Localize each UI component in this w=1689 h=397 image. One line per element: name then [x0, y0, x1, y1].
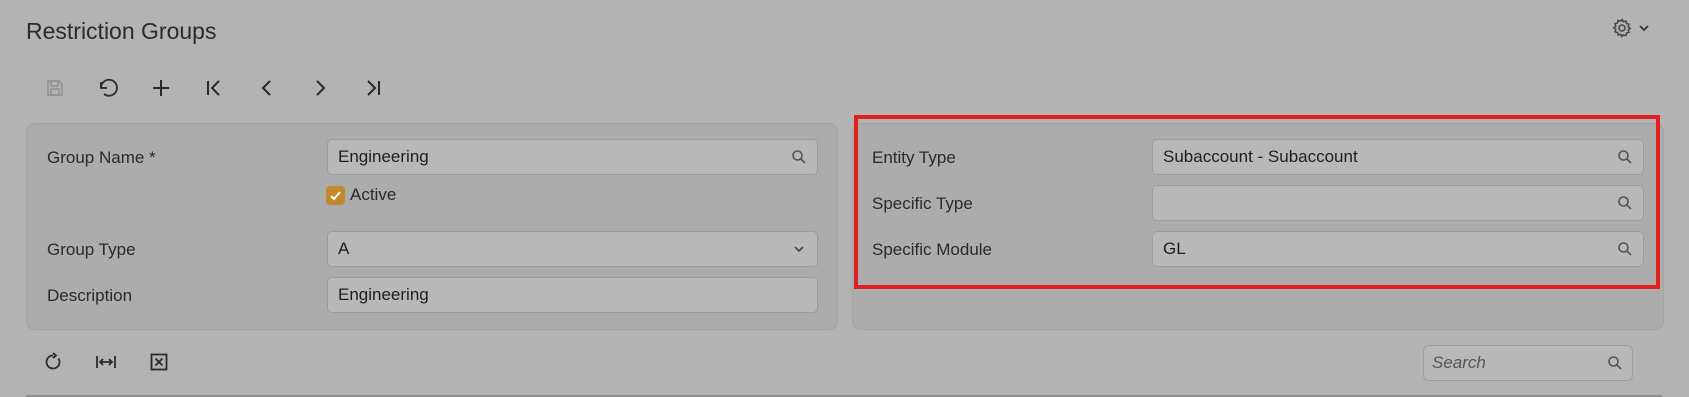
group-name-field[interactable]: Engineering — [327, 139, 818, 175]
group-name-value: Engineering — [338, 147, 429, 166]
highlight-box — [854, 115, 1660, 289]
group-type-label: Group Type — [47, 240, 136, 259]
previous-record-button[interactable] — [240, 73, 293, 107]
checkmark-icon — [326, 185, 345, 205]
form-toolbar — [28, 73, 399, 107]
grid-toolbar — [26, 347, 185, 381]
description-label: Description — [47, 286, 133, 305]
refresh-icon — [43, 351, 63, 377]
search-icon[interactable] — [1598, 355, 1632, 371]
refresh-button[interactable] — [26, 347, 79, 381]
last-icon — [363, 78, 383, 103]
excel-icon — [149, 352, 169, 377]
add-button[interactable] — [134, 73, 187, 107]
previous-icon — [257, 78, 277, 103]
first-icon — [204, 78, 224, 103]
undo-icon — [97, 77, 119, 104]
group-name-label: Group Name * — [47, 148, 156, 167]
save-icon — [45, 78, 65, 103]
description-value: Engineering — [338, 285, 429, 304]
search-input[interactable] — [1424, 352, 1598, 374]
last-record-button[interactable] — [346, 73, 399, 107]
group-details-panel: Group Name * Engineering Active Group Ty… — [26, 123, 838, 330]
description-field[interactable]: Engineering — [327, 277, 818, 313]
gear-icon — [1612, 17, 1632, 43]
page-title: Restriction Groups — [26, 18, 217, 44]
chevron-down-icon — [781, 243, 817, 255]
group-type-select[interactable]: A — [327, 231, 818, 267]
group-type-value: A — [338, 239, 350, 258]
export-excel-button[interactable] — [132, 347, 185, 381]
active-checkbox[interactable]: Active — [326, 185, 396, 205]
fit-width-icon — [95, 352, 117, 377]
next-icon — [310, 78, 330, 103]
settings-menu-button[interactable] — [1612, 17, 1656, 43]
save-button[interactable] — [28, 73, 81, 107]
active-label: Active — [350, 185, 397, 204]
search-icon[interactable] — [781, 149, 817, 165]
fit-columns-button[interactable] — [79, 347, 132, 381]
chevron-down-icon — [1638, 21, 1650, 39]
grid-search — [1423, 345, 1633, 381]
undo-button[interactable] — [81, 73, 134, 107]
plus-icon — [151, 78, 171, 103]
first-record-button[interactable] — [187, 73, 240, 107]
next-record-button[interactable] — [293, 73, 346, 107]
